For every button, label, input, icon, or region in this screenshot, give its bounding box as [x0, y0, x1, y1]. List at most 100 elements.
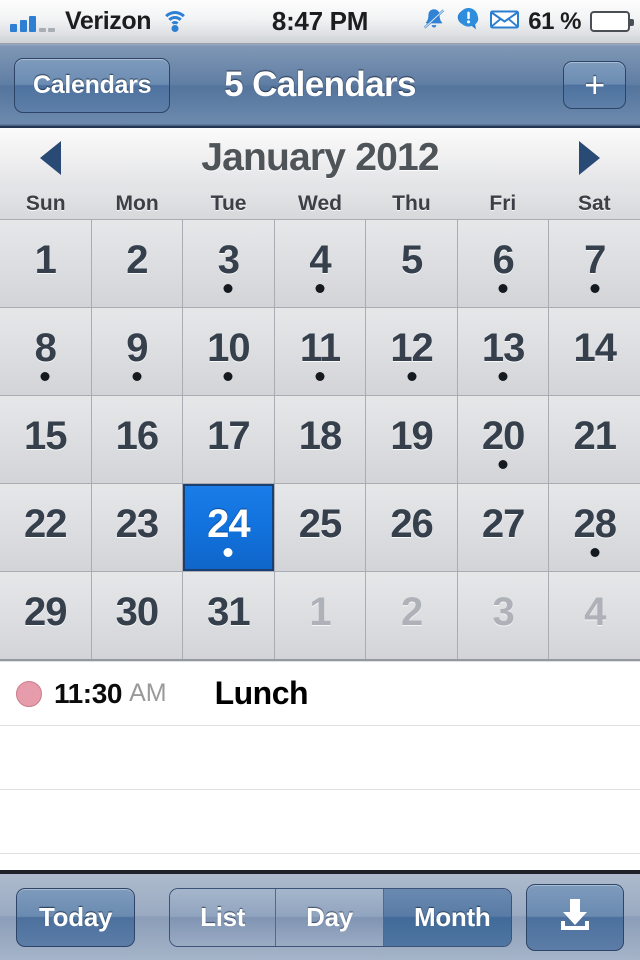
day-cell[interactable]: 16: [91, 396, 183, 483]
day-cell[interactable]: 9: [91, 308, 183, 395]
event-indicator-dot: [40, 372, 50, 381]
day-cell[interactable]: 11: [274, 308, 366, 395]
event-indicator-dot: [498, 372, 508, 381]
day-number: 13: [481, 326, 525, 370]
day-cell[interactable]: 14: [549, 308, 640, 395]
day-number: 9: [126, 326, 148, 370]
event-row-empty: [0, 790, 640, 854]
day-number: 19: [390, 414, 433, 458]
day-cell[interactable]: 2: [366, 572, 457, 659]
day-number: 21: [573, 414, 616, 458]
day-number: 31: [207, 590, 250, 634]
calendar-grid: 1 2 3 4 5 6 7 8 9 10 11 12 13 14 15 16 17 18 19 20 21 22 23 24 2…: [0, 220, 640, 661]
view-segment-month[interactable]: Month: [383, 888, 512, 946]
day-cell[interactable]: 21: [549, 396, 640, 483]
weekday-label-sat: Sat: [577, 191, 611, 215]
weekday-label-sun: Sun: [25, 191, 66, 215]
day-cell[interactable]: 8: [0, 308, 91, 395]
day-cell[interactable]: 22: [0, 484, 91, 571]
day-cell[interactable]: 4: [549, 572, 640, 659]
day-number: 24: [207, 502, 250, 546]
download-inbox-button[interactable]: [526, 883, 624, 951]
event-indicator-dot: [315, 372, 325, 381]
day-number: 1: [34, 238, 57, 282]
day-cell[interactable]: 12: [366, 308, 457, 395]
event-title: Lunch: [214, 675, 309, 711]
wifi-icon: [161, 11, 190, 32]
today-button[interactable]: Today: [16, 887, 136, 947]
weekday-label-thu: Thu: [392, 191, 431, 215]
view-mode-segmented-control: List Day Month: [169, 887, 512, 947]
day-number: 2: [126, 238, 148, 282]
download-inbox-icon: [553, 895, 597, 940]
status-bar-left: Verizon: [10, 7, 190, 36]
day-cell[interactable]: 15: [0, 396, 91, 483]
day-number: 30: [115, 590, 159, 634]
weekday-label-mon: Mon: [115, 191, 159, 215]
day-cell[interactable]: 31: [183, 572, 274, 659]
day-cell[interactable]: 23: [91, 484, 183, 571]
back-button-calendars[interactable]: Calendars: [14, 57, 171, 113]
day-cell-selected[interactable]: 24: [183, 484, 274, 571]
signal-strength-icon: [10, 12, 55, 32]
carrier-label: Verizon: [65, 7, 152, 35]
day-cell[interactable]: 6: [457, 220, 549, 307]
event-time-meridiem: AM: [129, 679, 167, 707]
day-cell[interactable]: 3: [183, 220, 274, 307]
day-number: 7: [584, 238, 606, 282]
day-cell[interactable]: 4: [274, 220, 366, 307]
status-bar: Verizon 8:47 PM 61 %: [0, 0, 640, 44]
day-number: 5: [400, 238, 423, 282]
day-cell[interactable]: 17: [183, 396, 274, 483]
day-cell[interactable]: 29: [0, 572, 91, 659]
day-number: 11: [299, 326, 341, 370]
day-number: 14: [573, 326, 616, 370]
day-number: 23: [115, 502, 159, 546]
day-number: 2: [400, 590, 423, 634]
event-indicator-dot: [223, 372, 233, 381]
navigation-bar: Calendars 5 Calendars +: [0, 44, 640, 128]
envelope-icon: [490, 9, 520, 35]
day-number: 3: [217, 238, 240, 282]
day-cell[interactable]: 1: [0, 220, 91, 307]
next-month-button[interactable]: [579, 141, 600, 175]
day-number: 4: [309, 238, 331, 282]
weekday-label-wed: Wed: [298, 191, 342, 215]
day-cell[interactable]: 7: [549, 220, 640, 307]
event-indicator-dot: [407, 372, 417, 381]
day-cell[interactable]: 28: [549, 484, 640, 571]
event-row[interactable]: 11:30 AM Lunch: [0, 662, 640, 726]
day-cell[interactable]: 1: [274, 572, 366, 659]
month-header: January 2012: [0, 128, 640, 188]
day-cell[interactable]: 19: [366, 396, 457, 483]
day-number: 6: [492, 238, 515, 282]
day-cell[interactable]: 25: [274, 484, 366, 571]
day-cell[interactable]: 13: [457, 308, 549, 395]
day-number: 15: [24, 414, 67, 458]
add-event-button[interactable]: +: [563, 61, 626, 109]
day-cell[interactable]: 20: [457, 396, 549, 483]
view-segment-list[interactable]: List: [170, 888, 277, 946]
previous-month-button[interactable]: [40, 141, 61, 175]
day-number: 26: [390, 502, 433, 546]
day-number: 20: [481, 414, 525, 458]
day-cell[interactable]: 27: [457, 484, 549, 571]
day-cell[interactable]: 30: [91, 572, 183, 659]
month-label: January 2012: [201, 136, 439, 179]
day-cell[interactable]: 2: [91, 220, 183, 307]
event-indicator-dot: [498, 460, 508, 469]
day-cell[interactable]: 26: [366, 484, 457, 571]
day-number: 28: [573, 502, 616, 546]
day-cell[interactable]: 18: [274, 396, 366, 483]
day-number: 10: [207, 326, 250, 370]
day-cell[interactable]: 10: [183, 308, 274, 395]
day-cell[interactable]: 3: [457, 572, 549, 659]
event-row-empty: [0, 726, 640, 790]
event-indicator-dot: [590, 548, 600, 557]
day-cell[interactable]: 5: [366, 220, 457, 307]
event-indicator-dot: [498, 284, 508, 293]
event-list: 11:30 AM Lunch: [0, 661, 640, 854]
event-indicator-dot: [223, 548, 233, 557]
view-segment-day[interactable]: Day: [276, 888, 384, 946]
day-number: 16: [115, 414, 159, 458]
